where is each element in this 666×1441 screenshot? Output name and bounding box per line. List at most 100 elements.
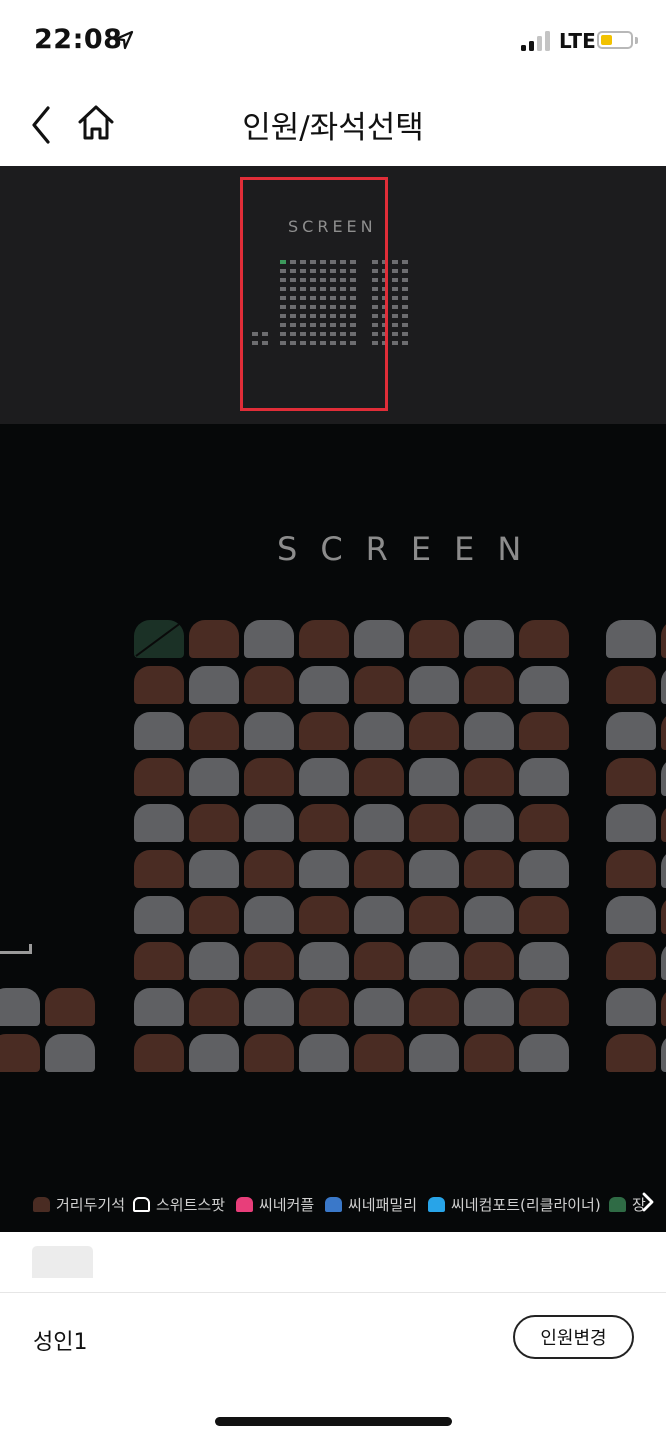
seat[interactable] [606, 896, 656, 934]
seat[interactable] [134, 758, 184, 796]
seat[interactable] [354, 896, 404, 934]
seat[interactable] [299, 758, 349, 796]
seat[interactable] [354, 850, 404, 888]
seat[interactable] [134, 1034, 184, 1072]
seat[interactable] [409, 804, 459, 842]
seat[interactable] [244, 758, 294, 796]
ticket-type-tab[interactable] [32, 1246, 93, 1278]
seat[interactable] [409, 850, 459, 888]
seat[interactable] [354, 988, 404, 1026]
seat[interactable] [661, 712, 666, 750]
seat[interactable] [134, 896, 184, 934]
seat[interactable] [189, 942, 239, 980]
seat[interactable] [464, 620, 514, 658]
seat[interactable] [299, 804, 349, 842]
seat[interactable] [244, 620, 294, 658]
seat[interactable] [409, 666, 459, 704]
seat[interactable] [244, 666, 294, 704]
seat[interactable] [189, 620, 239, 658]
seat[interactable] [134, 942, 184, 980]
seat[interactable] [519, 942, 569, 980]
seat[interactable] [134, 988, 184, 1026]
seat[interactable] [464, 942, 514, 980]
seat[interactable] [409, 620, 459, 658]
seat[interactable] [244, 988, 294, 1026]
seat[interactable] [606, 850, 656, 888]
seat[interactable] [464, 896, 514, 934]
seat[interactable] [354, 758, 404, 796]
seat[interactable] [244, 850, 294, 888]
seat[interactable] [661, 850, 666, 888]
seat[interactable] [409, 1034, 459, 1072]
seat[interactable] [134, 712, 184, 750]
seat[interactable] [519, 620, 569, 658]
seat[interactable] [0, 1034, 40, 1072]
seat[interactable] [606, 758, 656, 796]
seat[interactable] [134, 666, 184, 704]
seat[interactable] [606, 712, 656, 750]
seat[interactable] [0, 988, 40, 1026]
seat[interactable] [299, 942, 349, 980]
seat[interactable] [606, 988, 656, 1026]
chevron-right-icon[interactable] [640, 1190, 656, 1214]
change-people-button[interactable]: 인원변경 [513, 1315, 634, 1359]
seat[interactable] [519, 850, 569, 888]
seat[interactable] [519, 896, 569, 934]
seat[interactable] [606, 942, 656, 980]
seat[interactable] [661, 666, 666, 704]
seat[interactable] [189, 896, 239, 934]
seat[interactable] [409, 988, 459, 1026]
seat[interactable] [189, 804, 239, 842]
seat-map[interactable]: SCREEN 거리두기석 스위트스팟 씨네커플 씨네패밀리 씨네컴포트(리클라이… [0, 424, 666, 1232]
seat[interactable] [519, 804, 569, 842]
seat[interactable] [354, 620, 404, 658]
seat[interactable] [134, 850, 184, 888]
minimap-viewport-frame[interactable] [240, 177, 388, 411]
seat[interactable] [299, 896, 349, 934]
seat[interactable] [354, 712, 404, 750]
seat[interactable] [244, 804, 294, 842]
seat[interactable] [661, 804, 666, 842]
seat[interactable] [299, 712, 349, 750]
seat[interactable] [606, 620, 656, 658]
seat[interactable] [661, 1034, 666, 1072]
seat[interactable] [661, 758, 666, 796]
seat[interactable] [45, 1034, 95, 1072]
seat[interactable] [354, 1034, 404, 1072]
seat[interactable] [409, 942, 459, 980]
seat[interactable] [45, 988, 95, 1026]
seat[interactable] [519, 666, 569, 704]
seat-minimap[interactable]: SCREEN [0, 166, 666, 424]
seat[interactable] [661, 942, 666, 980]
seat[interactable] [134, 804, 184, 842]
seat[interactable] [299, 620, 349, 658]
seat[interactable] [299, 1034, 349, 1072]
seat[interactable] [354, 804, 404, 842]
seat[interactable] [519, 988, 569, 1026]
seat[interactable] [661, 988, 666, 1026]
seat[interactable] [606, 1034, 656, 1072]
seat[interactable] [606, 666, 656, 704]
seat[interactable] [299, 988, 349, 1026]
seat[interactable] [409, 896, 459, 934]
seat[interactable] [244, 712, 294, 750]
seat[interactable] [519, 712, 569, 750]
seat[interactable] [519, 1034, 569, 1072]
seat[interactable] [299, 850, 349, 888]
seat[interactable] [464, 758, 514, 796]
seat[interactable] [189, 1034, 239, 1072]
seat[interactable] [189, 758, 239, 796]
seat[interactable] [464, 804, 514, 842]
seat[interactable] [354, 942, 404, 980]
seat[interactable] [464, 1034, 514, 1072]
seat[interactable] [299, 666, 349, 704]
seat[interactable] [606, 804, 656, 842]
seat[interactable] [464, 712, 514, 750]
seat[interactable] [661, 620, 666, 658]
seat-selected[interactable] [134, 620, 184, 658]
seat[interactable] [409, 758, 459, 796]
seat[interactable] [244, 896, 294, 934]
seat[interactable] [661, 896, 666, 934]
seat[interactable] [189, 712, 239, 750]
seat[interactable] [464, 850, 514, 888]
